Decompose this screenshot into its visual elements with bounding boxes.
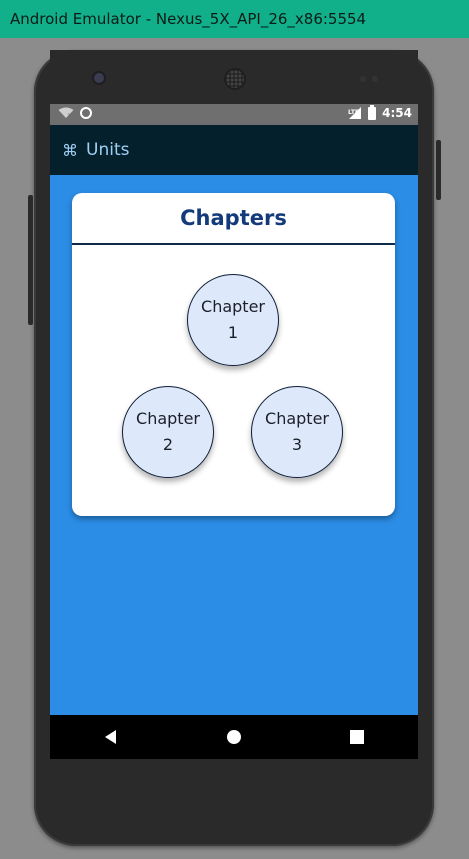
home-button[interactable] (204, 715, 264, 759)
proximity-sensor-icon (360, 76, 366, 82)
power-button[interactable] (436, 140, 441, 200)
earpiece-speaker-icon (226, 70, 244, 88)
sync-icon (80, 107, 92, 119)
navigation-bar (50, 715, 418, 759)
app-bar: ⌘ Units (50, 125, 418, 175)
home-icon (226, 730, 241, 744)
wifi-icon: ? (58, 107, 74, 119)
chapter-number: 3 (291, 435, 303, 454)
volume-button[interactable] (28, 195, 33, 325)
bottom-bezel (50, 759, 418, 819)
battery-charging-icon (368, 104, 377, 120)
light-sensor-icon (372, 76, 378, 82)
chapter-label: Chapter (265, 409, 329, 428)
card-title: Chapters (180, 206, 287, 230)
chapter-3-button[interactable]: Chapter 3 (251, 386, 343, 478)
status-bar: ? LTE 4:54 (50, 104, 418, 125)
window-title-bar[interactable]: Android Emulator - Nexus_5X_API_26_x86:5… (0, 0, 469, 38)
recents-button[interactable] (327, 715, 387, 759)
front-camera-icon (94, 73, 104, 83)
card-header: Chapters (72, 193, 395, 245)
device-screen: ? LTE 4:54 ⌘ Units Chapters Chapter 1 Ch… (50, 104, 418, 759)
back-button[interactable] (81, 715, 141, 759)
chapter-label: Chapter (136, 409, 200, 428)
app-bar-title: Units (86, 140, 130, 160)
chapter-number: 2 (162, 435, 174, 454)
main-content: Chapters Chapter 1 Chapter 2 Chapter 3 (50, 175, 418, 715)
window-title: Android Emulator - Nexus_5X_API_26_x86:5… (10, 10, 367, 28)
svg-text:?: ? (67, 113, 70, 119)
command-icon[interactable]: ⌘ (62, 141, 78, 160)
chapter-1-button[interactable]: Chapter 1 (187, 274, 279, 366)
recents-icon (349, 730, 364, 744)
status-time: 4:54 (382, 106, 412, 120)
back-icon (105, 730, 117, 744)
svg-text:LTE: LTE (348, 109, 359, 116)
chapter-label: Chapter (201, 297, 265, 316)
lte-signal-icon: LTE (348, 107, 362, 119)
chapters-card: Chapters Chapter 1 Chapter 2 Chapter 3 (72, 193, 395, 516)
chapter-2-button[interactable]: Chapter 2 (122, 386, 214, 478)
chapter-number: 1 (227, 323, 239, 342)
